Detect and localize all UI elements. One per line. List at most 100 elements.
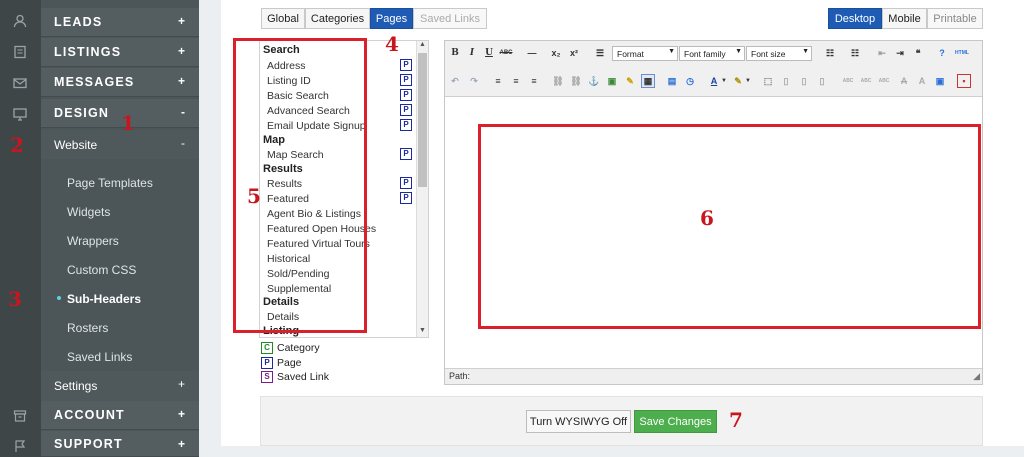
format-select[interactable]: Format ▼ <box>612 46 678 61</box>
select-all-icon[interactable]: ⬚ <box>761 74 775 88</box>
resize-handle-icon[interactable]: ◢ <box>973 371 980 382</box>
font-size-select[interactable]: Font size ▼ <box>746 46 812 61</box>
turn-wysiwyg-off-button[interactable]: Turn WYSIWYG Off <box>526 410 631 433</box>
image-icon[interactable]: ▣ <box>605 74 619 88</box>
nav-section-account[interactable]: ACCOUNT + <box>41 401 199 430</box>
editor-path-bar: Path: <box>445 368 982 384</box>
horizontal-rule-icon[interactable]: — <box>525 46 539 60</box>
cut-icon[interactable]: ▯ <box>779 74 793 88</box>
media-icon[interactable]: ▣ <box>933 74 947 88</box>
expand-icon: + <box>177 377 185 391</box>
nav-section-label: MESSAGES <box>54 75 135 89</box>
bold-icon[interactable]: B <box>448 46 462 60</box>
remove-format-icon[interactable]: A <box>897 74 911 88</box>
italic-icon[interactable]: I <box>465 46 479 60</box>
envelope-icon[interactable] <box>12 75 28 91</box>
nav-item-custom-css[interactable]: Custom CSS <box>67 263 136 277</box>
page-badge-icon: P <box>400 192 412 204</box>
tab-desktop[interactable]: Desktop <box>828 8 882 29</box>
find-icon[interactable]: ABC <box>877 74 891 88</box>
content-gutter <box>199 0 221 457</box>
nav-item-widgets[interactable]: Widgets <box>67 205 110 219</box>
nav-section-support[interactable]: SUPPORT + <box>41 431 199 457</box>
scroll-up-arrow-icon[interactable]: ▲ <box>419 41 426 48</box>
nav-section-leads[interactable]: LEADS + <box>41 8 199 37</box>
anchor-icon[interactable]: ⚓ <box>587 74 601 88</box>
align-center-icon[interactable]: ≡ <box>509 74 523 88</box>
legend-label: Page <box>277 357 302 369</box>
subscript-icon[interactable]: x₂ <box>549 46 563 60</box>
undo-icon[interactable]: ↶ <box>448 74 462 88</box>
tab-categories[interactable]: Categories <box>305 8 370 29</box>
nav-section-label: SUPPORT <box>54 436 123 451</box>
scrollbar-thumb[interactable] <box>418 53 427 187</box>
nav-section-design[interactable]: DESIGN - <box>41 99 199 128</box>
page-badge-icon: P <box>400 104 412 116</box>
redo-icon[interactable]: ↷ <box>467 74 481 88</box>
category-badge-icon: C <box>261 342 273 354</box>
nav-item-saved-links[interactable]: Saved Links <box>67 350 132 364</box>
expand-icon: + <box>177 44 185 58</box>
pdf-icon[interactable]: ▪ <box>957 74 971 88</box>
align-justify-icon[interactable]: ☰ <box>593 46 607 60</box>
tab-printable[interactable]: Printable <box>927 8 983 29</box>
nav-website[interactable]: Website - <box>41 130 199 159</box>
html-source-icon[interactable]: HTML <box>955 46 969 60</box>
indent-icon[interactable]: ⇥ <box>893 46 907 60</box>
tab-saved-links[interactable]: Saved Links <box>413 8 487 29</box>
book-icon[interactable] <box>12 44 28 60</box>
tab-global[interactable]: Global <box>261 8 305 29</box>
link-icon[interactable]: ⛓ <box>551 74 565 88</box>
align-left-icon[interactable]: ≡ <box>491 74 505 88</box>
font-icon[interactable]: A <box>915 74 929 88</box>
visual-aid-icon[interactable]: ▦ <box>641 74 655 88</box>
chevron-down-icon: ▼ <box>668 48 675 55</box>
tab-mobile[interactable]: Mobile <box>882 8 927 29</box>
annotation-number-4: 4 <box>385 32 399 56</box>
bullet-list-icon[interactable]: ☷ <box>823 46 837 60</box>
help-icon[interactable]: ? <box>935 46 949 60</box>
nav-item-sub-headers[interactable]: Sub-Headers <box>67 292 141 306</box>
insert-date-icon[interactable]: ▤ <box>665 74 679 88</box>
blockquote-icon[interactable]: ❝ <box>911 46 925 60</box>
page-badge-icon: P <box>400 74 412 86</box>
align-right-icon[interactable]: ≡ <box>527 74 541 88</box>
tree-scrollbar[interactable]: ▲ ▼ <box>416 41 428 337</box>
scroll-down-arrow-icon[interactable]: ▼ <box>419 327 426 334</box>
insert-time-icon[interactable]: ◷ <box>683 74 697 88</box>
unlink-icon[interactable]: ⛓ <box>569 74 583 88</box>
outdent-icon[interactable]: ⇤ <box>875 46 889 60</box>
paste-text-icon[interactable]: ABC <box>841 74 855 88</box>
strikethrough-icon[interactable]: ABC <box>499 46 513 60</box>
font-family-select[interactable]: Font family ▼ <box>679 46 745 61</box>
monitor-icon[interactable] <box>12 106 28 122</box>
nav-item-wrappers[interactable]: Wrappers <box>67 234 119 248</box>
flag-icon[interactable] <box>12 438 28 454</box>
numbered-list-icon[interactable]: ☷ <box>848 46 862 60</box>
font-size-select-label: Font size <box>751 48 786 59</box>
underline-icon[interactable]: U <box>482 46 496 60</box>
nav-section-listings[interactable]: LISTINGS + <box>41 38 199 67</box>
archive-icon[interactable] <box>12 408 28 424</box>
format-select-label: Format <box>617 48 644 59</box>
chevron-down-icon[interactable]: ▼ <box>741 74 755 88</box>
tab-pages[interactable]: Pages <box>370 8 413 29</box>
nav-item-page-templates[interactable]: Page Templates <box>67 176 153 190</box>
nav-settings[interactable]: Settings + <box>41 371 199 401</box>
save-changes-button[interactable]: Save Changes <box>634 410 717 433</box>
path-label: Path: <box>449 371 471 381</box>
nav-section-messages[interactable]: MESSAGES + <box>41 68 199 97</box>
user-icon[interactable] <box>12 13 28 29</box>
nav-item-rosters[interactable]: Rosters <box>67 321 108 335</box>
nav-settings-label: Settings <box>54 379 98 393</box>
active-indicator-dot <box>57 296 61 300</box>
editor-toolbar: B I U ABC — x₂ x² ☰ Format ▼ Font family ▼… <box>445 41 982 97</box>
annotation-number-5: 5 <box>247 184 261 208</box>
annotation-box-6 <box>478 124 981 329</box>
cleanup-icon[interactable]: ✎ <box>623 74 637 88</box>
chevron-down-icon[interactable]: ▼ <box>717 74 731 88</box>
superscript-icon[interactable]: x² <box>567 46 581 60</box>
copy-icon[interactable]: ▯ <box>797 74 811 88</box>
paste-icon[interactable]: ▯ <box>815 74 829 88</box>
paste-word-icon[interactable]: ABC <box>859 74 873 88</box>
